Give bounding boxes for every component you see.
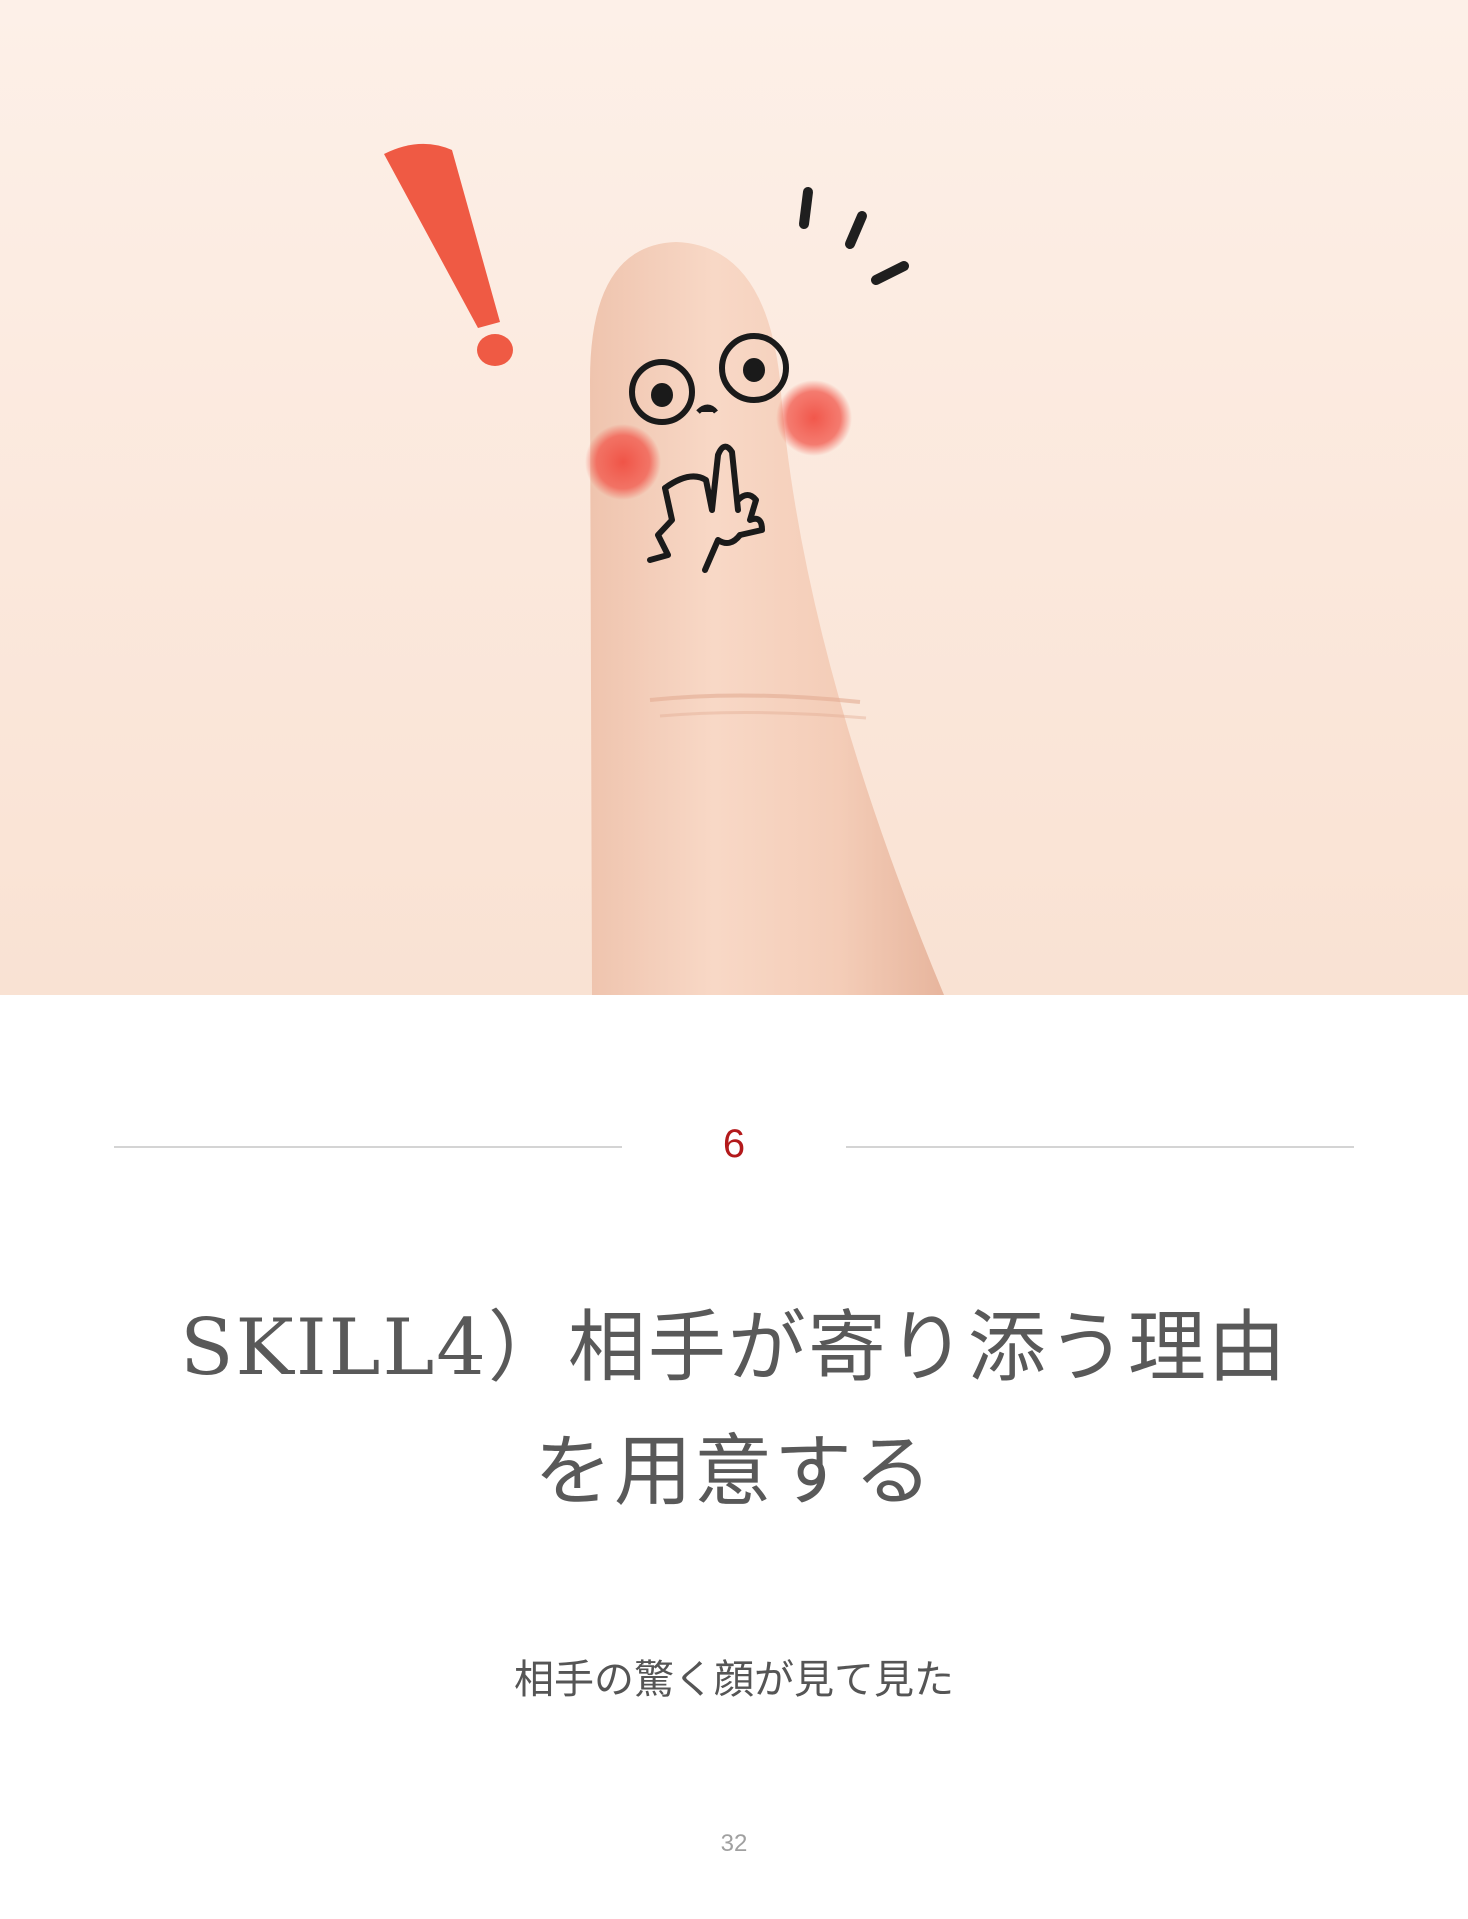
chapter-subtitle: 相手の驚く顔が見て見た <box>514 1657 954 1703</box>
chapter-title-line2: を用意する <box>533 1427 934 1517</box>
divider-right <box>846 1146 1354 1148</box>
page: 6 SKILL4）相手が寄り添う理由 を用意する 相手の驚く顔が見て見た 32 <box>0 0 1468 1919</box>
page-number: 32 <box>720 1830 748 1857</box>
finger-illustration <box>384 143 944 995</box>
chapter-number: 6 <box>722 1122 746 1166</box>
chapter-title-line1: SKILL4）相手が寄り添う理由 <box>180 1303 1288 1393</box>
blush-right <box>776 380 852 456</box>
mouth-icon <box>696 404 718 414</box>
hero-image <box>0 0 1468 995</box>
blush-left <box>585 424 661 500</box>
surprise-lines-icon <box>799 187 909 285</box>
exclamation-icon <box>384 143 513 366</box>
divider-left <box>114 1146 622 1148</box>
finger-shape <box>590 242 944 995</box>
chapter-title: SKILL4）相手が寄り添う理由 を用意する <box>84 1286 1384 1534</box>
